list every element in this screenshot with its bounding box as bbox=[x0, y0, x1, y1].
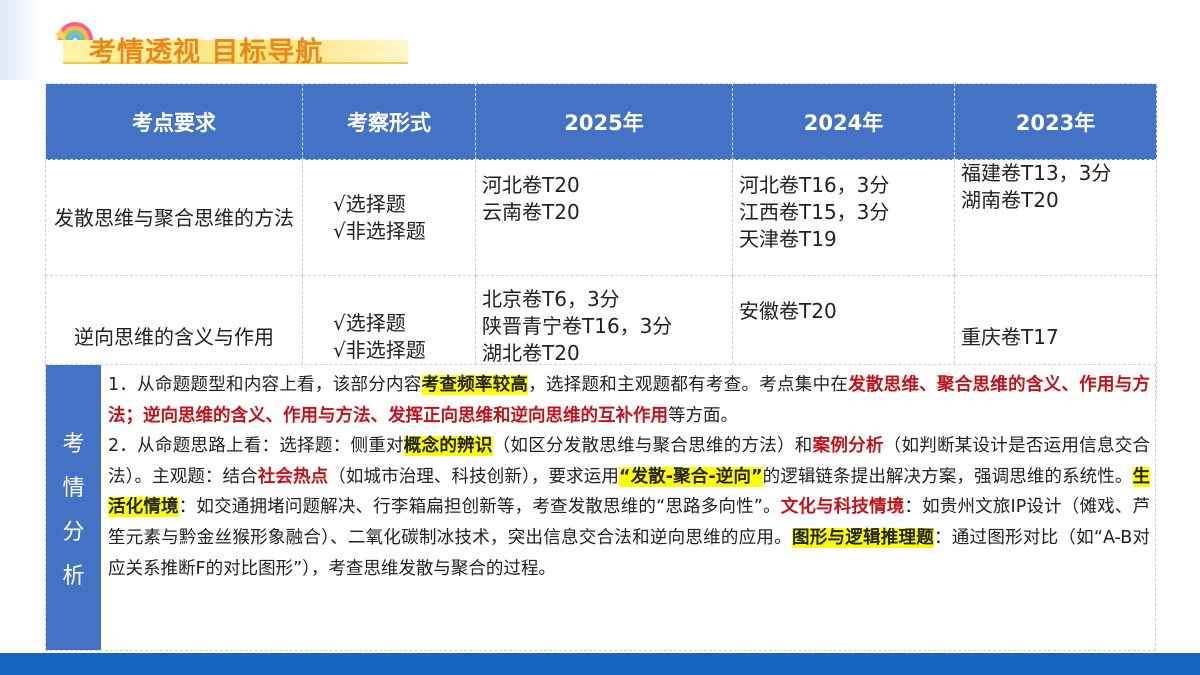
bottom-bar bbox=[0, 653, 1200, 675]
analysis-text: 1．从命题题型和内容上看，该部分内容考查频率较高，选择题和主观题都有考查。考点集… bbox=[108, 370, 1151, 584]
form-item: √非选择题 bbox=[333, 218, 426, 243]
emphasis-text: 社会热点 bbox=[257, 466, 329, 487]
year-2023-cell: 福建卷T13，3分 湖南卷T20 bbox=[954, 159, 1157, 276]
paper-item: 福建卷T13，3分 bbox=[961, 161, 1112, 185]
analysis-label-char: 情 bbox=[62, 475, 85, 501]
paper-item: 陕晋青宁卷T16，3分 bbox=[482, 314, 673, 338]
form-item: √选择题 bbox=[333, 311, 406, 335]
exam-table: 考点要求 考察形式 2025年 2024年 2023年 发散思维与聚合思维的方法… bbox=[45, 83, 1157, 399]
highlight-text: 图形与逻辑推理题 bbox=[791, 527, 935, 548]
analysis-label: 考 情 分 析 bbox=[46, 365, 101, 650]
form-item: √非选择题 bbox=[333, 338, 426, 362]
analysis-paragraph-2: 2．从命题思路上看：选择题：侧重对概念的辨识（如区分发散思维与聚合思维的方法）和… bbox=[108, 431, 1151, 584]
paper-item: 北京卷T6，3分 bbox=[482, 287, 620, 311]
header-2024: 2024年 bbox=[732, 83, 955, 160]
text-run: （如区分发散思维与聚合思维的方法）和 bbox=[492, 436, 813, 457]
form-item: √选择题 bbox=[333, 191, 406, 216]
page-title: 考情透视 目标导航 bbox=[89, 37, 324, 68]
emphasis-text: 案例分析 bbox=[812, 436, 884, 457]
header-2023: 2023年 bbox=[954, 83, 1157, 160]
text-run: 等方面。 bbox=[668, 405, 738, 426]
header-2025: 2025年 bbox=[475, 83, 733, 160]
title-block: 考情透视 目标导航 bbox=[55, 10, 415, 68]
text-run: ：如交通拥堵问题解决、行李箱扁担创新等，考查发散思维的“思路多向性”。 bbox=[178, 497, 781, 518]
header-form: 考察形式 bbox=[302, 83, 476, 160]
paper-item: 河北卷T20 bbox=[482, 173, 580, 197]
analysis-label-char: 考 bbox=[62, 431, 85, 457]
text-run: 2．从命题思路上看：选择题：侧重对 bbox=[108, 436, 404, 457]
table-row: 发散思维与聚合思维的方法 √选择题 √非选择题 河北卷T20 云南卷T20 河北… bbox=[45, 159, 1157, 276]
paper-item: 安徽卷T20 bbox=[739, 299, 837, 323]
highlight-text: 概念的辨识 bbox=[403, 436, 493, 457]
emphasis-text: 文化与科技情境 bbox=[780, 497, 905, 518]
analysis-paragraph-1: 1．从命题题型和内容上看，该部分内容考查频率较高，选择题和主观题都有考查。考点集… bbox=[108, 370, 1150, 431]
paper-item: 河北卷T16，3分 bbox=[739, 173, 890, 197]
analysis-section: 考 情 分 析 1．从命题题型和内容上看，该部分内容考查频率较高，选择题和主观题… bbox=[45, 364, 1156, 651]
text-run: ，选择题和主观题都有考查。考点集中在 bbox=[528, 375, 849, 395]
text-run: 1．从命题题型和内容上看，该部分内容 bbox=[108, 375, 422, 395]
table-header-row: 考点要求 考察形式 2025年 2024年 2023年 bbox=[45, 83, 1157, 160]
point-text: 逆向思维的含义与作用 bbox=[74, 325, 274, 349]
paper-item: 湖北卷T20 bbox=[482, 341, 580, 365]
header-point: 考点要求 bbox=[45, 83, 303, 160]
paper-item: 云南卷T20 bbox=[482, 200, 580, 224]
paper-item: 湖南卷T20 bbox=[961, 188, 1059, 212]
text-run: （如城市治理、科技创新），要求运用 bbox=[328, 466, 619, 487]
highlight-text: 考查频率较高 bbox=[421, 375, 529, 395]
text-run: 的逻辑链条提出解决方案，强调思维的系统性。 bbox=[762, 466, 1133, 487]
point-text: 发散思维与聚合思维的方法 bbox=[54, 205, 294, 230]
paper-item: 天津卷T19 bbox=[739, 227, 837, 251]
analysis-label-char: 析 bbox=[62, 563, 85, 589]
year-2025-cell: 河北卷T20 云南卷T20 bbox=[475, 159, 733, 276]
year-2024-cell: 河北卷T16，3分 江西卷T15，3分 天津卷T19 bbox=[732, 159, 955, 276]
paper-item: 江西卷T15，3分 bbox=[739, 200, 890, 224]
analysis-label-char: 分 bbox=[62, 519, 85, 545]
form-cell: √选择题 √非选择题 bbox=[302, 159, 476, 276]
point-cell: 发散思维与聚合思维的方法 bbox=[45, 159, 303, 276]
highlight-text: “发散-聚合-逆向” bbox=[618, 466, 763, 487]
left-accent bbox=[0, 0, 42, 80]
paper-item: 重庆卷T17 bbox=[961, 324, 1059, 349]
